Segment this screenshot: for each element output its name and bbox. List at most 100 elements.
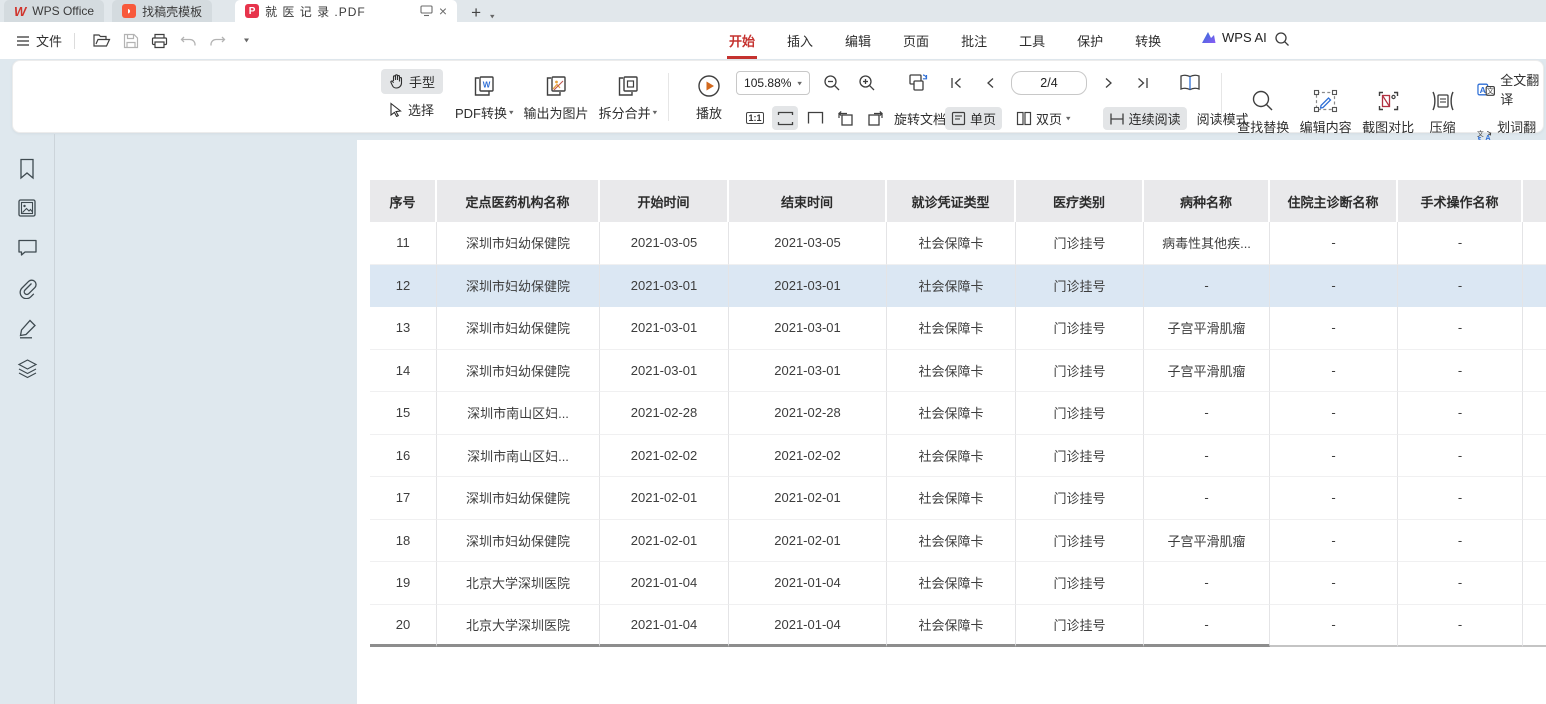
table-header-cell: 手术操作名称 xyxy=(1398,180,1523,222)
menu-item-6[interactable]: 保护 xyxy=(1075,29,1105,52)
document-title: 就 医 记 录 .PDF xyxy=(265,3,414,20)
export-image-icon xyxy=(543,73,569,99)
menu-item-0[interactable]: 开始 xyxy=(727,29,757,52)
menu-item-3[interactable]: 页面 xyxy=(901,29,931,52)
table-cell: - xyxy=(1270,392,1398,435)
close-tab-icon[interactable]: × xyxy=(439,3,447,19)
layers-icon[interactable] xyxy=(17,358,39,380)
pdf-convert-button[interactable]: W PDF转换▾ xyxy=(455,69,514,125)
tab-document-active[interactable]: P 就 医 记 录 .PDF × xyxy=(235,0,457,22)
chevron-down-icon: ▾ xyxy=(653,108,658,117)
comment-icon[interactable] xyxy=(17,238,39,260)
thumbnail-icon[interactable] xyxy=(17,198,39,220)
actual-size-icon[interactable]: 1:1 xyxy=(742,106,768,130)
file-menu-button[interactable]: 文件 xyxy=(16,31,62,50)
tab-list-chevron-icon[interactable]: ▾ xyxy=(490,12,495,21)
menu-item-2[interactable]: 编辑 xyxy=(843,29,873,52)
compress-icon xyxy=(1429,89,1457,113)
rotate-document-icon[interactable] xyxy=(905,71,931,95)
last-page-icon[interactable] xyxy=(1129,71,1155,95)
export-image-button[interactable]: 输出为图片 xyxy=(524,69,589,125)
chevron-down-icon: ▾ xyxy=(1066,114,1071,123)
table-cell: - xyxy=(1398,520,1523,563)
play-button[interactable]: 播放 xyxy=(683,69,735,125)
find-replace-button[interactable]: 查找替换 xyxy=(1235,85,1291,141)
table-cell: 深圳市妇幼保健院 xyxy=(437,520,600,563)
menu-item-7[interactable]: 转换 xyxy=(1133,29,1163,52)
first-page-icon[interactable] xyxy=(943,71,969,95)
export-image-label: 输出为图片 xyxy=(524,103,589,122)
bookmark-icon[interactable] xyxy=(17,158,39,180)
signature-icon[interactable] xyxy=(17,318,39,340)
attachment-icon[interactable] xyxy=(17,278,39,300)
edit-pencil-icon xyxy=(1313,89,1338,113)
zoom-level-value: 105.88% xyxy=(744,76,791,90)
table-cell: 2021-02-28 xyxy=(729,392,887,435)
table-cell: 门诊挂号 xyxy=(1016,307,1144,350)
table-cell: 门诊挂号 xyxy=(1016,605,1144,648)
menu-item-4[interactable]: 批注 xyxy=(959,29,989,52)
select-tool-button[interactable]: 选择 xyxy=(381,97,443,122)
double-page-label: 双页 xyxy=(1036,109,1062,128)
read-mode-icon[interactable] xyxy=(1177,71,1203,95)
table-header-cell: 序号 xyxy=(370,180,437,222)
pdf-convert-label: PDF转换 xyxy=(455,103,507,122)
new-tab-button[interactable]: + xyxy=(471,4,481,22)
table-cell xyxy=(1523,350,1546,393)
table-cell: 社会保障卡 xyxy=(887,350,1016,393)
split-merge-button[interactable]: 拆分合并▾ xyxy=(599,69,658,125)
screenshot-compare-button[interactable]: 截图对比 xyxy=(1360,85,1416,141)
tab-docer-template[interactable]: ◗ 找稿壳模板 xyxy=(112,0,212,22)
quick-access-chevron-icon[interactable]: ▾ xyxy=(236,32,257,49)
continuous-read-toggle[interactable]: 连续阅读 xyxy=(1103,107,1187,130)
split-merge-label: 拆分合并 xyxy=(599,103,651,122)
page-number-input[interactable]: 2/4 xyxy=(1011,71,1087,95)
zoom-out-icon[interactable] xyxy=(819,71,845,95)
menu-search-icon[interactable] xyxy=(1274,31,1290,47)
table-row: 12深圳市妇幼保健院2021-03-012021-03-01社会保障卡门诊挂号-… xyxy=(370,265,1546,308)
rotate-right-icon[interactable] xyxy=(862,106,888,130)
table-cell: 2021-02-28 xyxy=(600,392,729,435)
zoom-in-icon[interactable] xyxy=(854,71,880,95)
redo-icon[interactable] xyxy=(207,30,228,51)
table-cell: 20 xyxy=(370,605,437,648)
cursor-icon xyxy=(389,102,403,117)
table-cell: 北京大学深圳医院 xyxy=(437,562,600,605)
table-cell: - xyxy=(1398,435,1523,478)
undo-icon[interactable] xyxy=(178,30,199,51)
save-icon[interactable] xyxy=(120,30,141,51)
hand-tool-button[interactable]: 手型 xyxy=(381,69,443,94)
double-page-toggle[interactable]: 双页 ▾ xyxy=(1010,107,1077,130)
table-cell: - xyxy=(1144,392,1270,435)
tab-wps-office[interactable]: W WPS Office xyxy=(4,0,104,22)
menu-item-5[interactable]: 工具 xyxy=(1017,29,1047,52)
open-folder-icon[interactable] xyxy=(91,30,112,51)
fit-width-icon[interactable] xyxy=(772,106,798,130)
next-page-icon[interactable] xyxy=(1095,71,1121,95)
table-cell: 社会保障卡 xyxy=(887,392,1016,435)
edit-content-button[interactable]: 编辑内容 xyxy=(1297,85,1353,141)
hand-tool-label: 手型 xyxy=(409,72,435,91)
medical-records-table: 序号定点医药机构名称开始时间结束时间就诊凭证类型医疗类别病种名称住院主诊断名称手… xyxy=(370,180,1546,647)
table-cell: - xyxy=(1270,435,1398,478)
compress-button[interactable]: 压缩 xyxy=(1422,85,1463,141)
prev-page-icon[interactable] xyxy=(977,71,1003,95)
menu-item-1[interactable]: 插入 xyxy=(785,29,815,52)
print-icon[interactable] xyxy=(149,30,170,51)
table-cell: 社会保障卡 xyxy=(887,307,1016,350)
table-cell xyxy=(1523,562,1546,605)
table-cell: 深圳市妇幼保健院 xyxy=(437,307,600,350)
full-translate-button[interactable]: A文 全文翻译 xyxy=(1473,69,1546,109)
fit-page-icon[interactable] xyxy=(802,106,828,130)
rotate-left-icon[interactable] xyxy=(832,106,858,130)
table-cell: - xyxy=(1270,520,1398,563)
table-cell: - xyxy=(1398,392,1523,435)
rotate-document-label[interactable]: 旋转文档 xyxy=(894,109,946,128)
monitor-icon[interactable] xyxy=(420,5,433,17)
window-tab-bar: W WPS Office ◗ 找稿壳模板 P 就 医 记 录 .PDF × + … xyxy=(0,0,1546,22)
screenshot-compare-label: 截图对比 xyxy=(1362,117,1414,136)
zoom-level-select[interactable]: 105.88% ▾ xyxy=(736,71,810,95)
single-page-toggle[interactable]: 单页 xyxy=(945,107,1002,130)
single-page-icon xyxy=(951,111,966,126)
wps-ai-button[interactable]: WPS AI xyxy=(1200,30,1267,45)
